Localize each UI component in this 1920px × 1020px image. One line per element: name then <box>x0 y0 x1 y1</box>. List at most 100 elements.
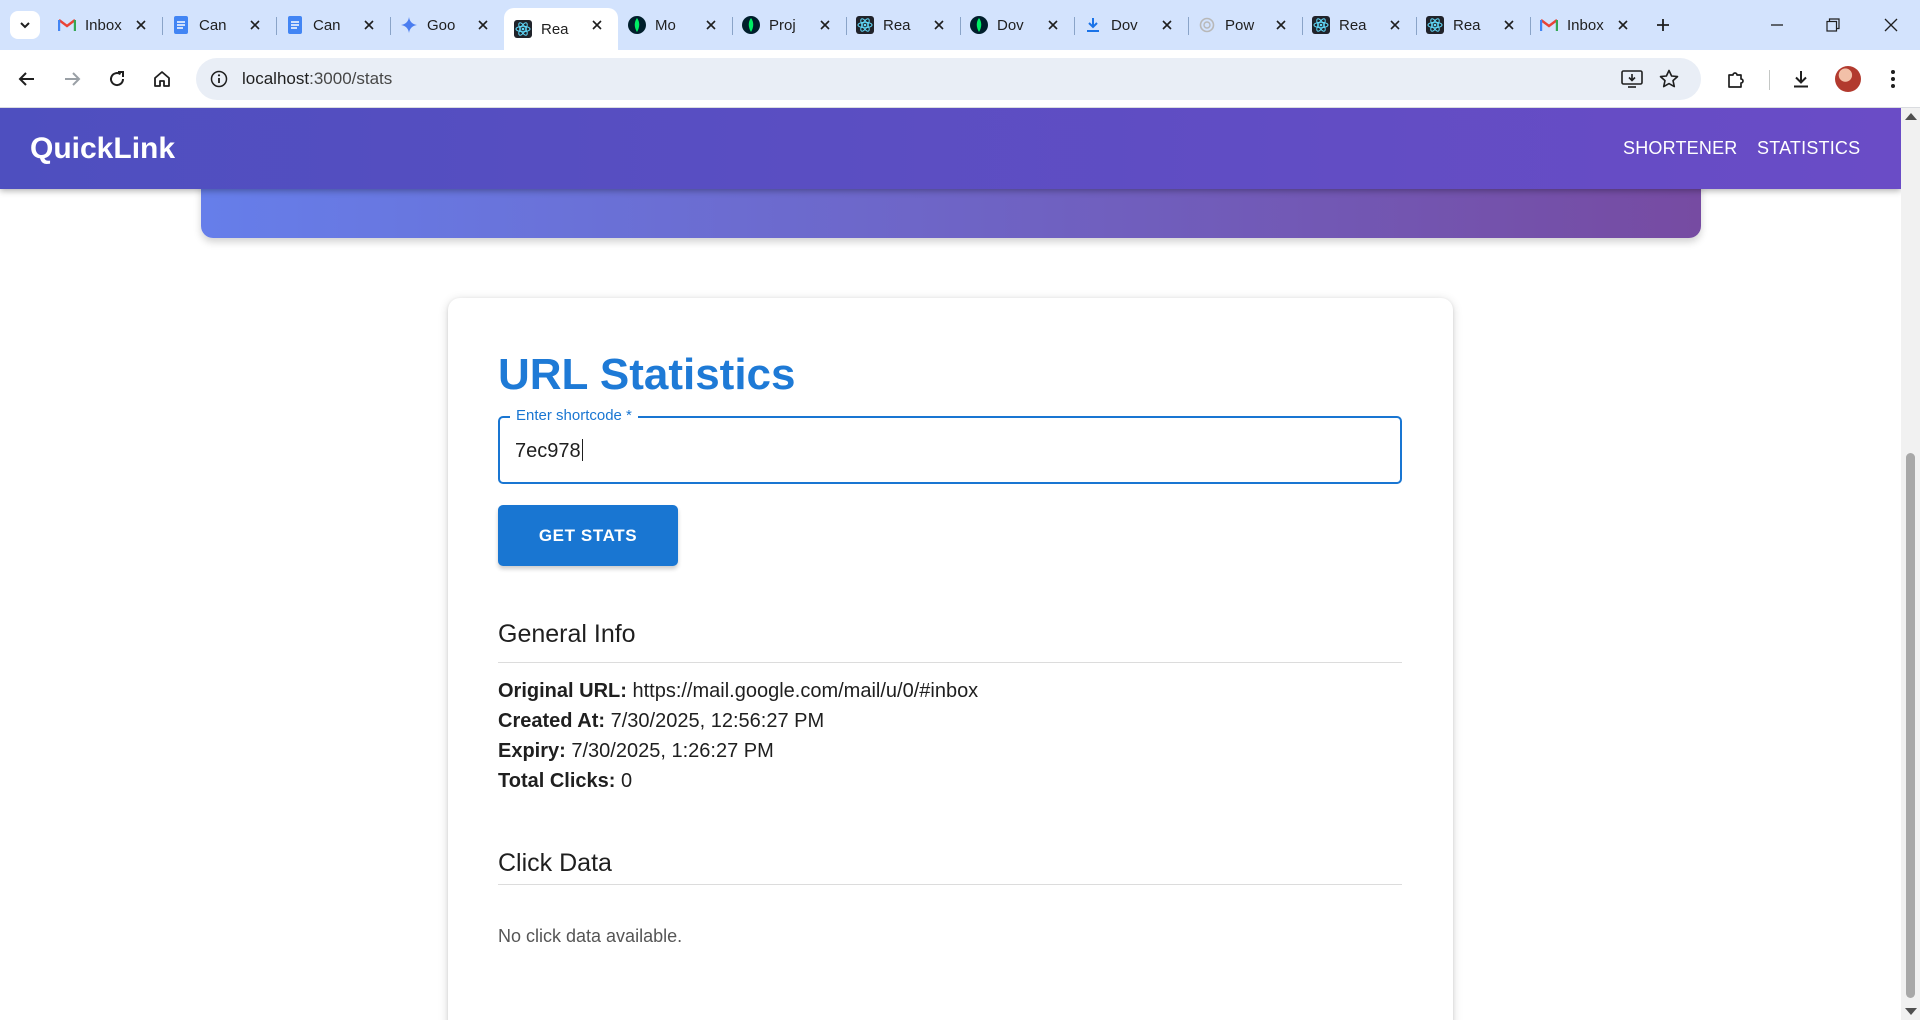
minimize-icon <box>1771 24 1783 26</box>
created-at-label: Created At: <box>498 710 606 732</box>
reload-button[interactable] <box>104 66 130 92</box>
browser-tab[interactable]: Dov <box>1074 8 1188 42</box>
browser-tab[interactable]: Rea <box>846 8 960 42</box>
google-docs-icon <box>286 16 304 34</box>
tab-label: Rea <box>1453 16 1481 34</box>
text-caret <box>581 439 583 461</box>
browser-tab[interactable]: Dov <box>960 8 1074 42</box>
scrollbar-thumb[interactable] <box>1906 453 1915 998</box>
gemini-icon <box>400 16 418 34</box>
browser-tab[interactable]: Goo <box>390 8 504 42</box>
browser-tab-active[interactable]: Rea <box>504 8 618 50</box>
get-stats-button[interactable]: GET STATS <box>498 505 678 566</box>
download-icon <box>1794 71 1808 88</box>
expiry-value: 7/30/2025, 1:26:27 PM <box>571 740 774 762</box>
close-icon[interactable] <box>1044 16 1062 34</box>
nav-shortener[interactable]: SHORTENER <box>1623 138 1738 159</box>
close-icon[interactable] <box>246 16 264 34</box>
site-info-icon[interactable] <box>206 66 232 92</box>
openai-icon <box>1198 16 1216 34</box>
kebab-menu-icon <box>1891 70 1895 88</box>
page-viewport: QuickLink SHORTENER STATISTICS URL Stati… <box>0 108 1920 1020</box>
close-icon[interactable] <box>816 16 834 34</box>
shortcode-input[interactable]: 7ec978 <box>515 439 583 463</box>
address-bar[interactable]: localhost:3000/stats <box>196 58 1701 100</box>
tab-label: Pow <box>1225 16 1255 34</box>
tab-label: Rea <box>541 20 569 38</box>
back-button[interactable] <box>14 66 40 92</box>
browser-tab-strip: Inbox Can Can Goo Rea Mo Proj Rea Dov Do… <box>0 0 1920 50</box>
minimize-button[interactable] <box>1764 12 1790 38</box>
close-icon[interactable] <box>1158 16 1176 34</box>
nav-statistics[interactable]: STATISTICS <box>1757 138 1860 159</box>
browser-tab[interactable]: Proj <box>732 8 846 42</box>
browser-tab[interactable]: Pow <box>1188 8 1302 42</box>
browser-tab[interactable]: Rea <box>1302 8 1416 42</box>
plus-icon <box>1657 19 1669 31</box>
scroll-up-arrow-icon[interactable] <box>1905 113 1917 120</box>
browser-tab[interactable]: Can <box>162 8 276 42</box>
react-icon <box>514 20 532 38</box>
info-total-clicks: Total Clicks: 0 <box>498 766 978 796</box>
browser-toolbar: localhost:3000/stats <box>0 50 1920 108</box>
mongodb-icon <box>970 16 988 34</box>
browser-tab[interactable]: Inbox <box>48 8 162 42</box>
install-app-icon[interactable] <box>1620 67 1644 91</box>
puzzle-icon <box>1728 72 1744 88</box>
close-icon[interactable] <box>702 16 720 34</box>
shortcode-label: Enter shortcode * <box>510 407 638 424</box>
forward-button[interactable] <box>59 66 85 92</box>
section-divider <box>498 884 1402 885</box>
scroll-down-arrow-icon[interactable] <box>1905 1008 1917 1015</box>
browser-tab[interactable]: Rea <box>1416 8 1530 42</box>
close-icon[interactable] <box>1386 16 1404 34</box>
close-window-button[interactable] <box>1878 12 1904 38</box>
home-button[interactable] <box>149 66 175 92</box>
extensions-button[interactable] <box>1723 66 1749 92</box>
tab-label: Goo <box>427 16 456 34</box>
tab-label: Rea <box>1339 16 1367 34</box>
info-expiry: Expiry: 7/30/2025, 1:26:27 PM <box>498 736 978 766</box>
arrow-left-icon <box>18 72 34 86</box>
close-icon[interactable] <box>1614 16 1632 34</box>
tab-label: Mo <box>655 16 676 34</box>
info-original-url: Original URL: https://mail.google.com/ma… <box>498 676 978 706</box>
brand-logo[interactable]: QuickLink <box>30 132 175 166</box>
shortcode-value: 7ec978 <box>515 440 581 462</box>
reload-icon <box>110 71 125 87</box>
created-at-value: 7/30/2025, 12:56:27 PM <box>610 710 825 732</box>
browser-menu-button[interactable] <box>1880 66 1906 92</box>
close-icon[interactable] <box>132 16 150 34</box>
close-icon[interactable] <box>474 16 492 34</box>
total-clicks-value: 0 <box>621 770 633 792</box>
page-scrollbar[interactable] <box>1901 108 1920 1020</box>
original-url-label: Original URL: <box>498 680 627 702</box>
close-icon[interactable] <box>1272 16 1290 34</box>
tab-search-button[interactable] <box>10 11 40 39</box>
tab-label: Rea <box>883 16 911 34</box>
general-info-list: Original URL: https://mail.google.com/ma… <box>498 676 978 796</box>
tab-label: Dov <box>1111 16 1138 34</box>
url-path: :3000/stats <box>309 69 393 88</box>
browser-tab[interactable]: Mo <box>618 8 732 42</box>
restore-button[interactable] <box>1820 12 1846 38</box>
profile-avatar[interactable] <box>1835 66 1861 92</box>
downloads-button[interactable] <box>1788 66 1814 92</box>
tab-label: Inbox <box>85 16 122 34</box>
chevron-down-icon <box>20 22 30 29</box>
close-icon[interactable] <box>930 16 948 34</box>
restore-icon <box>1826 18 1840 32</box>
address-url[interactable]: localhost:3000/stats <box>242 69 392 89</box>
close-icon[interactable] <box>588 16 606 34</box>
empty-state-message: No click data available. <box>498 926 683 946</box>
shortcode-field[interactable]: Enter shortcode * 7ec978 <box>498 407 1402 484</box>
browser-tab[interactable]: Inbox <box>1530 8 1644 42</box>
tab-label: Dov <box>997 16 1024 34</box>
browser-tab[interactable]: Can <box>276 8 390 42</box>
new-tab-button[interactable] <box>1652 14 1674 36</box>
close-icon[interactable] <box>1500 16 1518 34</box>
info-created-at: Created At: 7/30/2025, 12:56:27 PM <box>498 706 978 736</box>
close-icon[interactable] <box>360 16 378 34</box>
tab-list: Inbox Can Can Goo Rea Mo Proj Rea Dov Do… <box>48 8 1644 50</box>
bookmark-star-icon[interactable] <box>1657 67 1681 91</box>
